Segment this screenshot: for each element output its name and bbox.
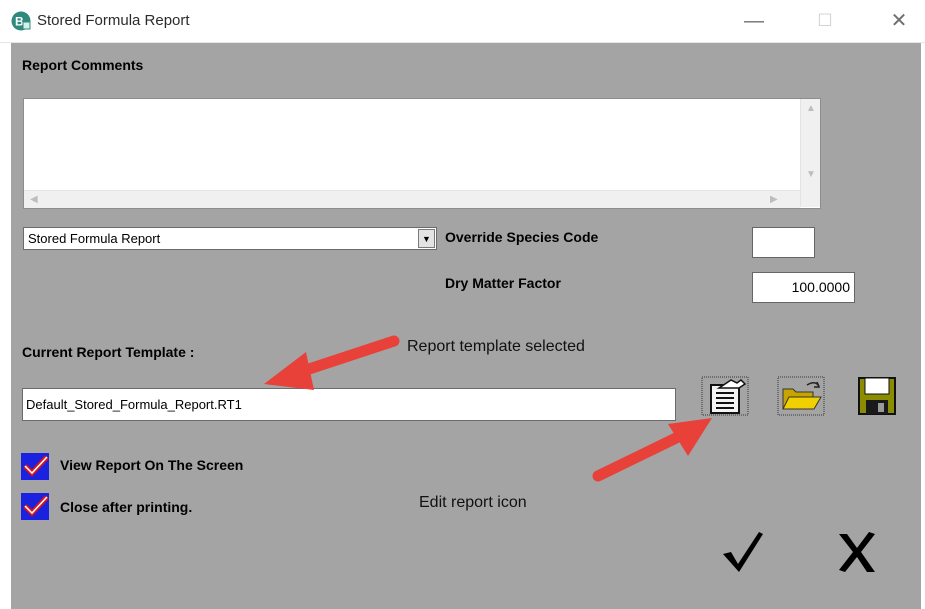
chevron-down-icon[interactable]: ▼ xyxy=(418,229,435,248)
annotation-template-selected: Report template selected xyxy=(407,338,585,355)
view-report-label: View Report On The Screen xyxy=(60,457,244,473)
override-species-code-input[interactable] xyxy=(752,227,815,258)
minimize-button[interactable]: — xyxy=(737,6,771,36)
comments-vertical-scrollbar[interactable]: ▲ ▼ xyxy=(800,99,820,207)
report-type-selected: Stored Formula Report xyxy=(28,231,161,246)
override-species-code-label: Override Species Code xyxy=(445,229,599,245)
open-folder-icon[interactable] xyxy=(777,376,825,416)
scroll-left-arrow-icon[interactable]: ◀ xyxy=(30,194,38,205)
window-title: Stored Formula Report xyxy=(37,12,190,29)
report-type-dropdown[interactable]: Stored Formula Report ▼ xyxy=(23,227,437,250)
report-template-input[interactable]: Default_Stored_Formula_Report.RT1 xyxy=(22,388,676,421)
annotation-edit-icon: Edit report icon xyxy=(419,494,527,511)
dialog-body: Report Comments ▲ ▼ ◀ ▶ Stored Formula R… xyxy=(11,43,921,609)
dry-matter-factor-label: Dry Matter Factor xyxy=(445,275,561,291)
report-comments-label: Report Comments xyxy=(22,57,144,73)
view-report-checkbox[interactable] xyxy=(21,453,49,480)
cancel-x-icon[interactable] xyxy=(833,526,881,576)
close-button[interactable]: ✕ xyxy=(882,6,916,36)
title-bar: B Stored Formula Report — ☐ ✕ xyxy=(0,0,925,43)
scroll-right-arrow-icon[interactable]: ▶ xyxy=(770,194,778,205)
comments-horizontal-scrollbar[interactable]: ◀ ▶ xyxy=(24,190,800,208)
save-disk-icon[interactable] xyxy=(853,376,901,416)
report-comments-textarea[interactable]: ▲ ▼ ◀ ▶ xyxy=(23,98,821,209)
dry-matter-factor-input[interactable]: 100.0000 xyxy=(752,272,855,303)
scroll-down-arrow-icon[interactable]: ▼ xyxy=(806,169,816,180)
checkmark-icon[interactable] xyxy=(719,526,767,576)
maximize-button[interactable]: ☐ xyxy=(808,6,842,36)
app-icon: B xyxy=(11,11,31,31)
current-report-template-label: Current Report Template : xyxy=(22,344,195,360)
close-after-printing-checkbox[interactable] xyxy=(21,493,49,520)
stored-formula-report-window: B Stored Formula Report — ☐ ✕ Report Com… xyxy=(0,0,925,609)
close-after-printing-label: Close after printing. xyxy=(60,499,193,515)
edit-report-icon[interactable] xyxy=(701,376,749,416)
scroll-up-arrow-icon[interactable]: ▲ xyxy=(806,103,816,114)
